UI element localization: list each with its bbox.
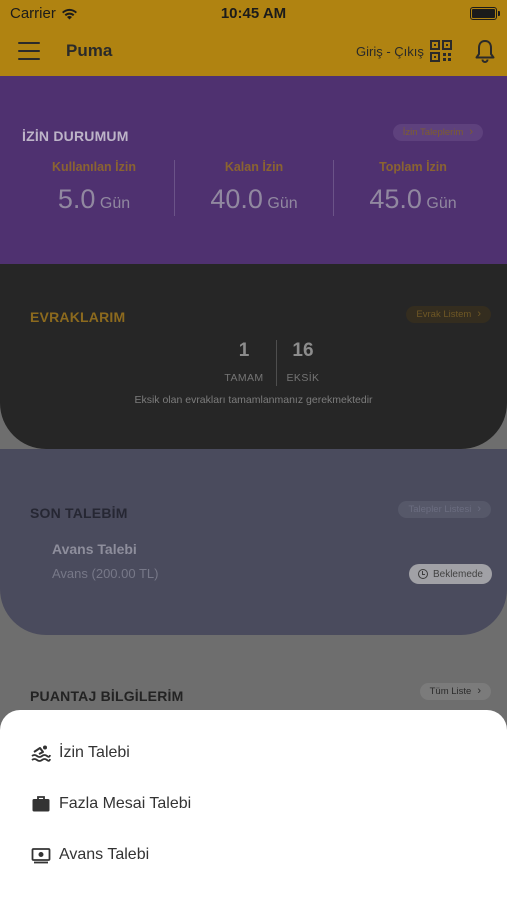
all-list-label: Tüm Liste: [429, 686, 472, 697]
chevron-right-icon: ›: [469, 126, 473, 138]
used-leave-value: 5.0 Gün: [14, 184, 174, 215]
total-leave-stat: Toplam İzin 45.0 Gün: [333, 160, 493, 215]
request-type-sheet: İzin Talebi Fazla Mesai Talebi Avans Tal…: [0, 710, 507, 900]
top-navbar: Puma Giriş - Çıkış: [0, 26, 507, 76]
remaining-leave-stat: Kalan İzin 40.0 Gün: [174, 160, 334, 215]
bell-icon[interactable]: [474, 39, 496, 63]
all-list-link[interactable]: Tüm Liste ›: [419, 683, 491, 700]
swim-icon: [31, 745, 51, 762]
request-name[interactable]: Avans Talebi: [52, 541, 137, 557]
sheet-item-overtime-request[interactable]: Fazla Mesai Talebi: [0, 782, 507, 826]
leave-status-title: İZİN DURUMUM: [22, 128, 129, 144]
missing-docs-label: EKSİK: [286, 372, 320, 384]
missing-docs-count: 16: [292, 340, 314, 361]
total-leave-number: 45.0: [369, 184, 422, 214]
briefcase-icon: [32, 796, 50, 812]
clock-icon: [417, 569, 428, 579]
last-request-card: SON TALEBİM Talepler Listesi › Avans Tal…: [0, 449, 507, 635]
used-leave-stat: Kullanılan İzin 5.0 Gün: [14, 160, 174, 215]
chevron-right-icon: ›: [477, 503, 481, 515]
chevron-right-icon: ›: [477, 308, 481, 320]
request-list-link[interactable]: Talepler Listesi ›: [398, 501, 491, 518]
qr-code-icon[interactable]: [430, 40, 452, 62]
documents-note: Eksik olan evrakları tamamlanmanız gerek…: [134, 394, 373, 406]
complete-docs: 1 TAMAM: [214, 340, 274, 384]
app-title: Puma: [66, 41, 113, 60]
sheet-item-advance-request[interactable]: Avans Talebi: [0, 833, 507, 877]
cash-icon: [31, 848, 51, 864]
total-leave-label: Toplam İzin: [379, 160, 447, 174]
total-leave-unit: Gün: [426, 195, 457, 212]
sheet-item-label: Avans Talebi: [59, 846, 150, 863]
status-badge: Beklemede: [408, 564, 492, 584]
sheet-item-label: Fazla Mesai Talebi: [59, 795, 192, 812]
chevron-right-icon: ›: [477, 685, 481, 697]
sheet-item-label: İzin Talebi: [59, 744, 130, 761]
request-detail: Avans (200.00 TL): [52, 566, 159, 581]
used-leave-label: Kullanılan İzin: [51, 160, 137, 174]
leave-status-card: İZİN DURUMUM İzin Taleplerim › Kullanıla…: [0, 76, 507, 264]
sheet-item-leave-request[interactable]: İzin Talebi: [0, 731, 507, 775]
missing-docs: 16 EKSİK: [273, 340, 333, 384]
battery-icon: [470, 7, 500, 20]
timesheet-title: PUANTAJ BİLGİLERİM: [30, 688, 184, 704]
complete-docs-label: TAMAM: [224, 372, 264, 384]
complete-docs-count: 1: [238, 340, 250, 361]
request-list-label: Talepler Listesi: [408, 504, 472, 515]
used-leave-unit: Gün: [99, 195, 131, 212]
remaining-leave-number: 40.0: [210, 184, 263, 214]
hamburger-menu-icon[interactable]: [18, 42, 40, 60]
last-request-title: SON TALEBİM: [30, 505, 128, 521]
documents-card: EVRAKLARIM Evrak Listem › 1 TAMAM 16 EKS…: [0, 264, 507, 449]
leave-requests-label: İzin Taleplerim: [402, 127, 464, 138]
leave-requests-link[interactable]: İzin Taleplerim ›: [392, 124, 483, 141]
document-list-link[interactable]: Evrak Listem ›: [406, 306, 491, 323]
status-label: Beklemede: [432, 568, 483, 580]
total-leave-value: 45.0 Gün: [333, 184, 493, 215]
status-bar: Carrier 10:45 AM: [0, 0, 507, 26]
document-list-label: Evrak Listem: [416, 309, 472, 320]
documents-title: EVRAKLARIM: [30, 309, 126, 325]
check-in-out-button[interactable]: Giriş - Çıkış: [356, 44, 424, 59]
clock: 10:45 AM: [220, 5, 287, 22]
remaining-leave-value: 40.0 Gün: [174, 184, 334, 215]
used-leave-number: 5.0: [57, 184, 96, 214]
remaining-leave-unit: Gün: [267, 195, 298, 212]
remaining-leave-label: Kalan İzin: [224, 160, 284, 174]
